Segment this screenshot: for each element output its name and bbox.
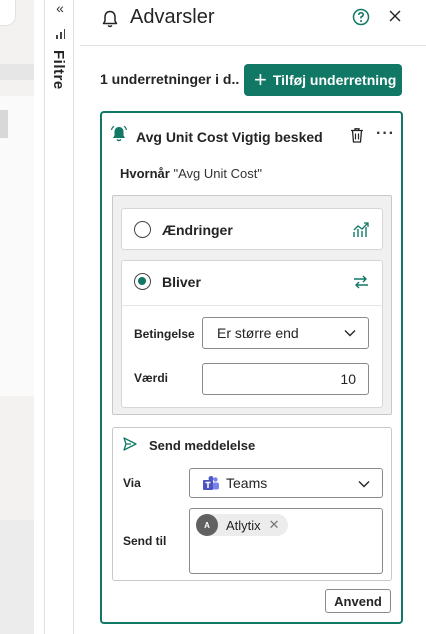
- report-canvas-card: [0, 110, 8, 138]
- condition-dropdown[interactable]: Er større end: [202, 317, 369, 349]
- add-alert-label: Tilføj underretning: [272, 72, 397, 88]
- send-notification-box: Send meddelelse Via Teams Send til A Atl…: [112, 427, 392, 581]
- option-becomes[interactable]: Bliver Betingelse Er større end Værdi 10: [121, 260, 383, 408]
- send-title: Send meddelelse: [149, 438, 256, 453]
- option-changes-label: Ændringer: [162, 222, 233, 238]
- help-icon[interactable]: [352, 8, 370, 26]
- alerts-pane: Advarsler 1 underretninger i d... + Tilf…: [80, 0, 426, 634]
- condition-value: Er større end: [217, 325, 299, 341]
- filter-icon: [56, 29, 65, 39]
- close-icon[interactable]: [387, 8, 403, 24]
- send-to-label: Send til: [123, 534, 167, 548]
- more-options-icon[interactable]: ···: [376, 125, 395, 143]
- option-changes[interactable]: Ændringer: [121, 208, 383, 250]
- when-row: Hvornår "Avg Unit Cost": [120, 166, 262, 181]
- recipient-chip: A Atlytix ✕: [196, 514, 288, 536]
- trend-chart-icon: [353, 222, 369, 237]
- alert-title: Avg Unit Cost Vigtig besked: [136, 129, 323, 145]
- plus-icon: +: [254, 67, 267, 92]
- bell-icon: [102, 10, 118, 28]
- filter-pane-collapsed[interactable]: « Filtre: [44, 0, 74, 634]
- pane-header: Advarsler: [80, 0, 426, 46]
- report-canvas-corner: [0, 0, 16, 26]
- alert-card: Avg Unit Cost Vigtig besked ··· Hvornår …: [100, 111, 403, 624]
- avatar: A: [196, 514, 218, 536]
- send-icon: [123, 437, 137, 451]
- recipient-name: Atlytix: [226, 517, 261, 533]
- option-becomes-label: Bliver: [162, 274, 201, 290]
- alert-count-text: 1 underretninger i d...: [100, 71, 240, 87]
- value-label: Værdi: [134, 371, 169, 385]
- chevron-down-icon: [344, 330, 356, 337]
- apply-button[interactable]: Anvend: [325, 589, 391, 613]
- recipients-input[interactable]: A Atlytix ✕: [189, 508, 383, 574]
- condition-box: Ændringer Bliver Betingelse Er større en…: [112, 195, 392, 415]
- report-canvas-panel: [0, 96, 34, 396]
- chevron-down-icon: [358, 481, 370, 488]
- when-label: Hvornår: [120, 166, 170, 181]
- radio-changes[interactable]: [134, 221, 151, 238]
- divider: [122, 305, 382, 306]
- add-alert-button[interactable]: + Tilføj underretning: [244, 64, 402, 96]
- pane-title: Advarsler: [130, 6, 215, 28]
- alert-bell-icon: [110, 125, 128, 142]
- report-canvas-band: [0, 64, 34, 80]
- delete-icon[interactable]: [348, 126, 366, 144]
- expand-filters-button[interactable]: «: [52, 0, 68, 16]
- via-dropdown[interactable]: Teams: [189, 468, 383, 498]
- radio-becomes[interactable]: [134, 273, 151, 290]
- arrows-icon: [354, 275, 368, 289]
- value-input[interactable]: 10: [202, 363, 369, 395]
- via-label: Via: [123, 476, 141, 490]
- filter-label: Filtre: [50, 50, 67, 90]
- when-value: "Avg Unit Cost": [173, 166, 262, 181]
- via-value: Teams: [226, 475, 268, 491]
- teams-icon: [203, 476, 219, 490]
- report-canvas-bottom: [0, 520, 34, 634]
- condition-label: Betingelse: [134, 327, 195, 341]
- remove-recipient-icon[interactable]: ✕: [269, 517, 280, 533]
